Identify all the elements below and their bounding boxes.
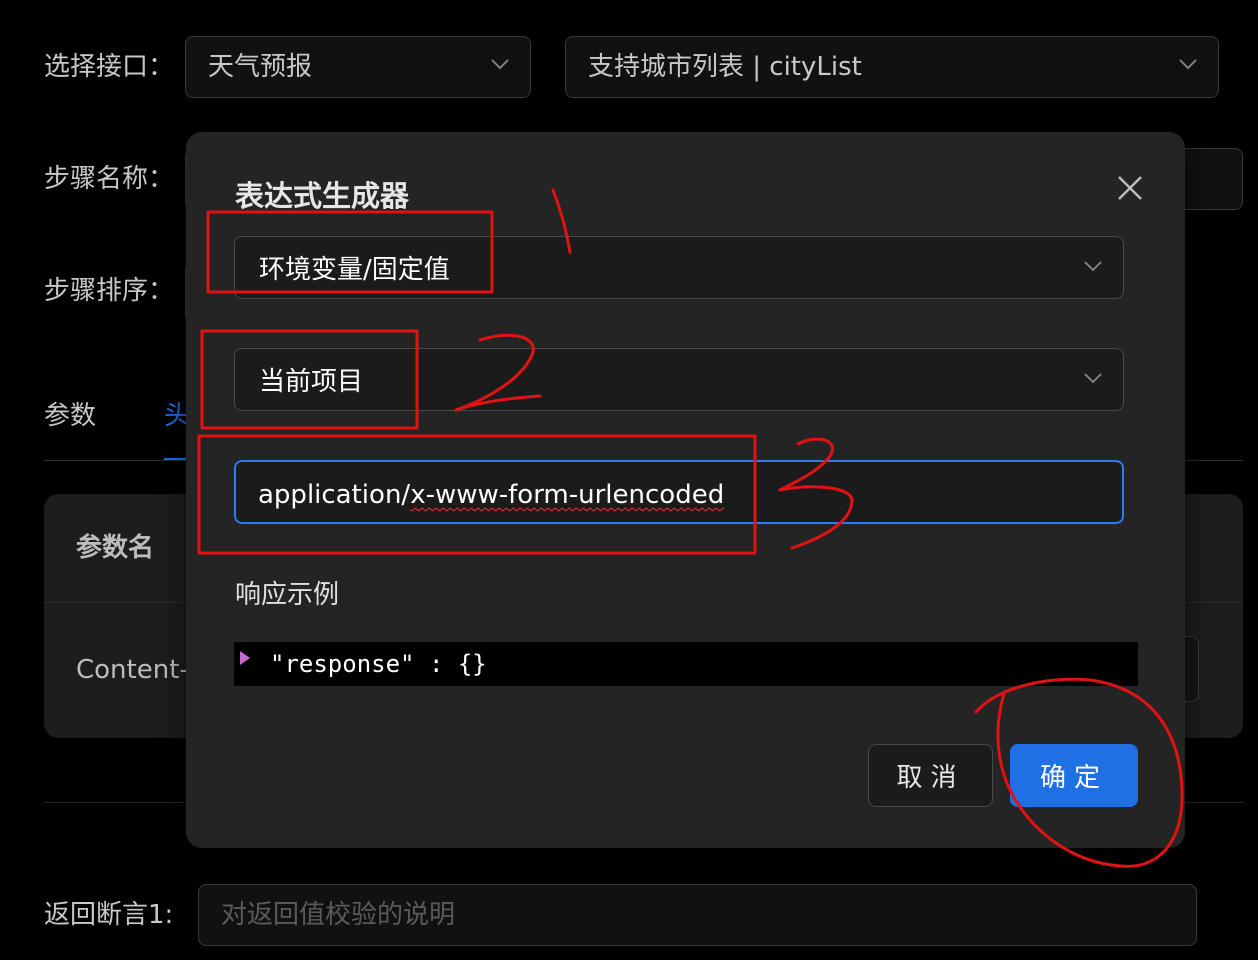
cancel-button[interactable]: 取消 — [868, 744, 993, 807]
close-icon[interactable] — [1116, 174, 1144, 202]
response-example-label: 响应示例 — [235, 580, 340, 610]
api-select[interactable]: 支持城市列表 | cityList — [565, 36, 1219, 98]
scope-select-value: 当前项目 — [259, 367, 364, 397]
chevron-down-icon — [490, 57, 509, 75]
api-select-value: 支持城市列表 | cityList — [588, 52, 862, 82]
assert-input[interactable]: 对返回值校验的说明 — [198, 884, 1197, 946]
modal-title: 表达式生成器 — [235, 179, 410, 213]
value-input-text: application/x-www-form-urlencoded — [258, 482, 724, 508]
value-input-text-misspelled: x-www-form-urlencoded — [410, 480, 725, 510]
step-order-label: 步骤排序： — [44, 276, 175, 306]
tab-params[interactable]: 参数 — [44, 403, 96, 429]
assert-label: 返回断言1: — [44, 900, 174, 930]
value-input-text-prefix: application/ — [258, 480, 411, 510]
interface-select-value: 天气预报 — [208, 52, 313, 82]
variable-type-select[interactable]: 环境变量/固定值 — [234, 236, 1124, 299]
assert-input-placeholder: 对返回值校验的说明 — [221, 900, 456, 930]
interface-label: 选择接口： — [44, 52, 175, 82]
caret-right-icon[interactable] — [239, 650, 251, 670]
value-input[interactable]: application/x-www-form-urlencoded — [234, 460, 1124, 524]
response-code-line: "response" : {} — [270, 650, 487, 678]
table-row-name: Content- — [76, 655, 189, 685]
step-name-label: 步骤名称： — [44, 164, 175, 194]
chevron-down-icon — [1178, 57, 1197, 75]
interface-select[interactable]: 天气预报 — [185, 36, 531, 98]
chevron-down-icon — [1083, 259, 1102, 277]
response-code-viewer: "response" : {} — [234, 642, 1138, 686]
variable-type-select-value: 环境变量/固定值 — [259, 255, 450, 285]
confirm-button[interactable]: 确定 — [1010, 744, 1138, 807]
expression-builder-modal: 表达式生成器 环境变量/固定值 当前项目 application/x-www-f… — [186, 132, 1185, 848]
table-header-param-name: 参数名 — [76, 533, 155, 563]
chevron-down-icon — [1083, 371, 1102, 389]
scope-select[interactable]: 当前项目 — [234, 348, 1124, 411]
